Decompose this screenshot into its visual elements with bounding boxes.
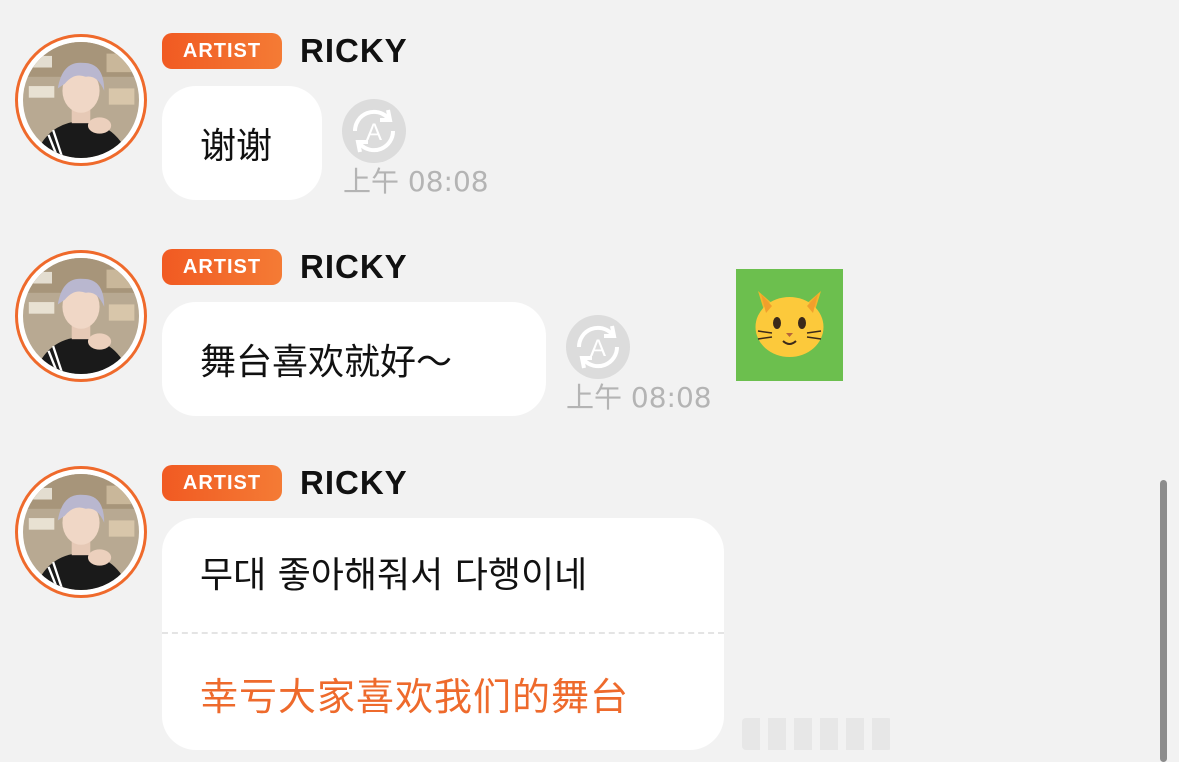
cat-face-emoji	[736, 269, 843, 381]
sender-name[interactable]: RICKY	[300, 249, 408, 285]
avatar-photo	[23, 474, 139, 590]
sender-name[interactable]: RICKY	[300, 33, 408, 69]
avatar[interactable]	[15, 34, 147, 166]
message-text: 谢谢	[200, 126, 273, 167]
translation-divider	[162, 632, 724, 634]
message-text: 舞台喜欢就好～	[200, 342, 453, 383]
avatar[interactable]	[15, 250, 147, 382]
original-message-text: 무대 좋아해줘서 다행이네	[200, 555, 588, 596]
avatar-photo	[23, 258, 139, 374]
artist-badge: ARTIST	[162, 465, 282, 501]
message-bubble[interactable]: 무대 좋아해줘서 다행이네 幸亏大家喜欢我们的舞台	[162, 518, 724, 750]
timestamp: 上午 08:08	[566, 381, 712, 414]
timestamp: 上午 08:08	[343, 165, 489, 198]
sticker[interactable]	[736, 269, 843, 381]
svg-text:A: A	[366, 119, 382, 146]
translate-icon[interactable]: A	[565, 314, 631, 380]
translate-icon[interactable]: A	[341, 98, 407, 164]
translated-message-text: 幸亏大家喜欢我们的舞台	[200, 675, 630, 719]
sender-name[interactable]: RICKY	[300, 465, 408, 501]
message-bubble[interactable]: 谢谢	[162, 86, 322, 200]
artist-badge: ARTIST	[162, 249, 282, 285]
scrollbar[interactable]	[1160, 480, 1167, 762]
avatar[interactable]	[15, 466, 147, 598]
artist-badge: ARTIST	[162, 33, 282, 69]
avatar-photo	[23, 42, 139, 158]
svg-text:A: A	[590, 335, 606, 362]
message-bubble[interactable]: 舞台喜欢就好～	[162, 302, 546, 416]
timestamp-obscured	[742, 718, 892, 750]
